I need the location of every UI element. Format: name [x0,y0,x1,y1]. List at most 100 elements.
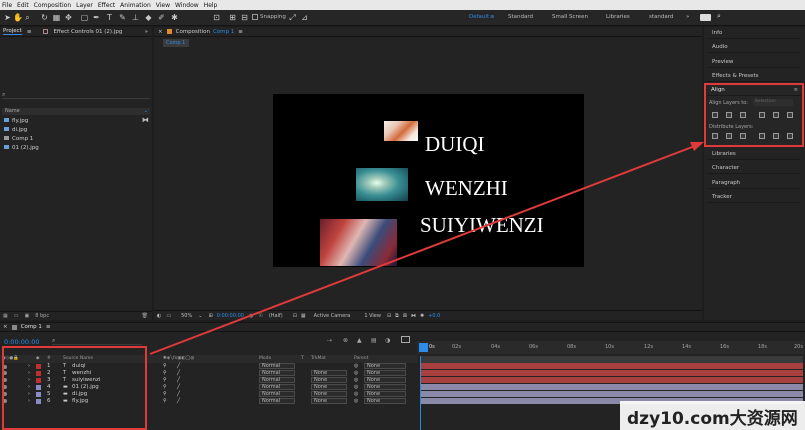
playhead-handle[interactable] [419,343,428,352]
effects-presets-tab[interactable]: Effects & Presets [707,70,801,82]
rotate-tool-icon[interactable]: ↻ [40,13,49,22]
blend-mode-select[interactable]: Normal [259,390,295,397]
draft-3d-icon[interactable]: ⊗ [343,337,348,344]
layer-duration-bar[interactable] [420,363,803,370]
pick-whip-icon[interactable]: ◎ [354,384,358,390]
effect-controls-lock-icon[interactable] [43,29,49,34]
shy-layers-icon[interactable]: ▲ [357,337,362,344]
project-search[interactable]: ⌕ [2,91,150,99]
layer-duration-bar[interactable] [420,390,803,398]
comp-mini-flowchart-icon[interactable]: ⇢ [327,337,332,344]
parent-select[interactable]: None [364,383,406,390]
pick-whip-icon[interactable]: ◎ [354,370,358,376]
magnify-icon[interactable]: ◐ [157,313,161,319]
timeline-icon[interactable]: ⊠ [403,313,407,319]
composition-name[interactable]: Comp 1 [213,29,234,35]
timeline-tab[interactable]: Comp 1 [21,324,42,330]
workspace-small-screen[interactable]: Small Screen [552,14,588,20]
view-axis-icon[interactable]: ⊟ [240,13,249,22]
menu-window[interactable]: Window [175,2,199,9]
parent-select[interactable]: None [364,390,406,397]
tracker-panel-tab[interactable]: Tracker [707,191,801,203]
workspace-standard-custom[interactable]: standard [649,14,673,20]
paragraph-panel-tab[interactable]: Paragraph [707,177,801,189]
comp-breadcrumb-tab[interactable]: Comp 1 [163,39,189,47]
selection-tool-icon[interactable]: ➤ [3,13,12,22]
menu-layer[interactable]: Layer [76,2,93,9]
motion-blur-icon[interactable]: ◑ [385,337,390,344]
snapshot-icon[interactable]: ◉ [249,313,253,319]
quality-switch-icon[interactable]: ╱ [177,370,180,376]
work-area-bar[interactable] [420,356,803,363]
shy-switch-icon[interactable]: ⚲ [163,391,167,397]
timeline-timecode[interactable]: 0:00:00:00 [4,338,40,346]
zoom-select[interactable]: 50% [181,313,192,319]
timeline-search[interactable]: ⌕ [52,337,142,345]
shy-switch-icon[interactable]: ⚲ [163,370,167,376]
zoom-tool-icon[interactable]: ⌕ [23,13,32,22]
info-panel-tab[interactable]: Info [707,27,801,39]
search-help-box-icon[interactable] [700,14,711,21]
toggle-pixel-icon[interactable]: ⊟ [387,313,391,319]
bpc-label[interactable]: 8 bpc [35,313,49,319]
shy-switch-icon[interactable]: ⚲ [163,384,167,390]
fit-icon[interactable]: ⊞ [208,313,212,319]
snap-edges-icon[interactable]: ⤢ [288,13,297,22]
quality-switch-icon[interactable]: ╱ [177,391,180,397]
pick-whip-icon[interactable]: ◎ [354,363,358,369]
parent-select[interactable]: None [364,369,406,376]
pick-whip-icon[interactable]: ◎ [354,377,358,383]
sort-chevron-icon[interactable]: ⌄ [144,108,148,114]
audio-panel-tab[interactable]: Audio [707,41,801,53]
frame-blending-icon[interactable]: ▤ [371,337,377,344]
new-folder-icon[interactable]: ▭ [14,313,19,319]
menu-file[interactable]: File [2,2,12,9]
pen-tool-icon[interactable]: ✒ [92,13,101,22]
menu-composition[interactable]: Composition [34,2,71,9]
workspace-menu-icon[interactable]: ≡ [490,14,495,20]
search-icon[interactable]: ⌕ [717,12,721,21]
mode-header[interactable]: Mode [259,356,271,361]
close-tab-icon[interactable]: × [158,29,163,35]
snap-features-icon[interactable]: ⊿ [300,13,309,22]
camera-view-select[interactable]: Active Camera [314,313,351,319]
roi-icon[interactable]: ⊡ [293,313,297,319]
composition-canvas[interactable]: DUIQI WENZHI SUIYIWENZI [273,94,584,267]
parent-select[interactable]: None [364,363,406,369]
flowchart-icon[interactable]: ⧓ [142,116,149,124]
libraries-panel-tab[interactable]: Libraries [707,148,801,160]
project-item[interactable]: fly.jpg [4,117,39,126]
blend-mode-select[interactable]: Normal [259,376,295,383]
blend-mode-select[interactable]: Normal [259,383,295,390]
shy-switch-icon[interactable]: ⚲ [163,377,167,383]
view-layout-select[interactable]: 1 View [364,313,381,319]
project-tab[interactable]: Project [3,28,22,35]
project-tab-menu-icon[interactable]: ≡ [27,29,32,35]
world-axis-icon[interactable]: ⊞ [228,13,237,22]
fast-preview-icon[interactable]: ⧉ [395,313,399,319]
layer-duration-bar[interactable] [420,377,803,384]
shy-switch-icon[interactable]: ⚲ [163,363,167,369]
menu-edit[interactable]: Edit [17,2,29,9]
trkmat-select[interactable]: None [311,383,347,390]
layer-duration-bar[interactable] [420,384,803,391]
hand-tool-icon[interactable]: ✋ [13,13,23,22]
flowchart-icon[interactable]: ⧓ [411,313,416,319]
blend-mode-select[interactable]: Normal [259,369,295,376]
pick-whip-icon[interactable]: ◎ [354,398,358,404]
time-ruler[interactable]: 0s 02s 04s 06s 08s 10s 12s 14s 16s 18s 2… [417,341,804,354]
interpret-footage-icon[interactable]: ▦ [3,313,8,319]
trkmat-select[interactable]: None [311,376,347,383]
blend-mode-select[interactable]: Normal [259,397,295,404]
eraser-tool-icon[interactable]: ◆ [144,13,153,22]
preview-panel-tab[interactable]: Preview [707,56,801,68]
layer-duration-bar[interactable] [420,370,803,377]
project-item[interactable]: di.jpg [4,126,39,135]
menu-effect[interactable]: Effect [98,2,115,9]
type-tool-icon[interactable]: T [105,13,114,22]
snapping-checkbox[interactable] [252,14,258,20]
puppet-tool-icon[interactable]: ✱ [170,13,179,22]
close-tab-icon[interactable]: × [3,324,8,330]
menu-animation[interactable]: Animation [120,2,151,9]
brush-tool-icon[interactable]: ✎ [118,13,127,22]
